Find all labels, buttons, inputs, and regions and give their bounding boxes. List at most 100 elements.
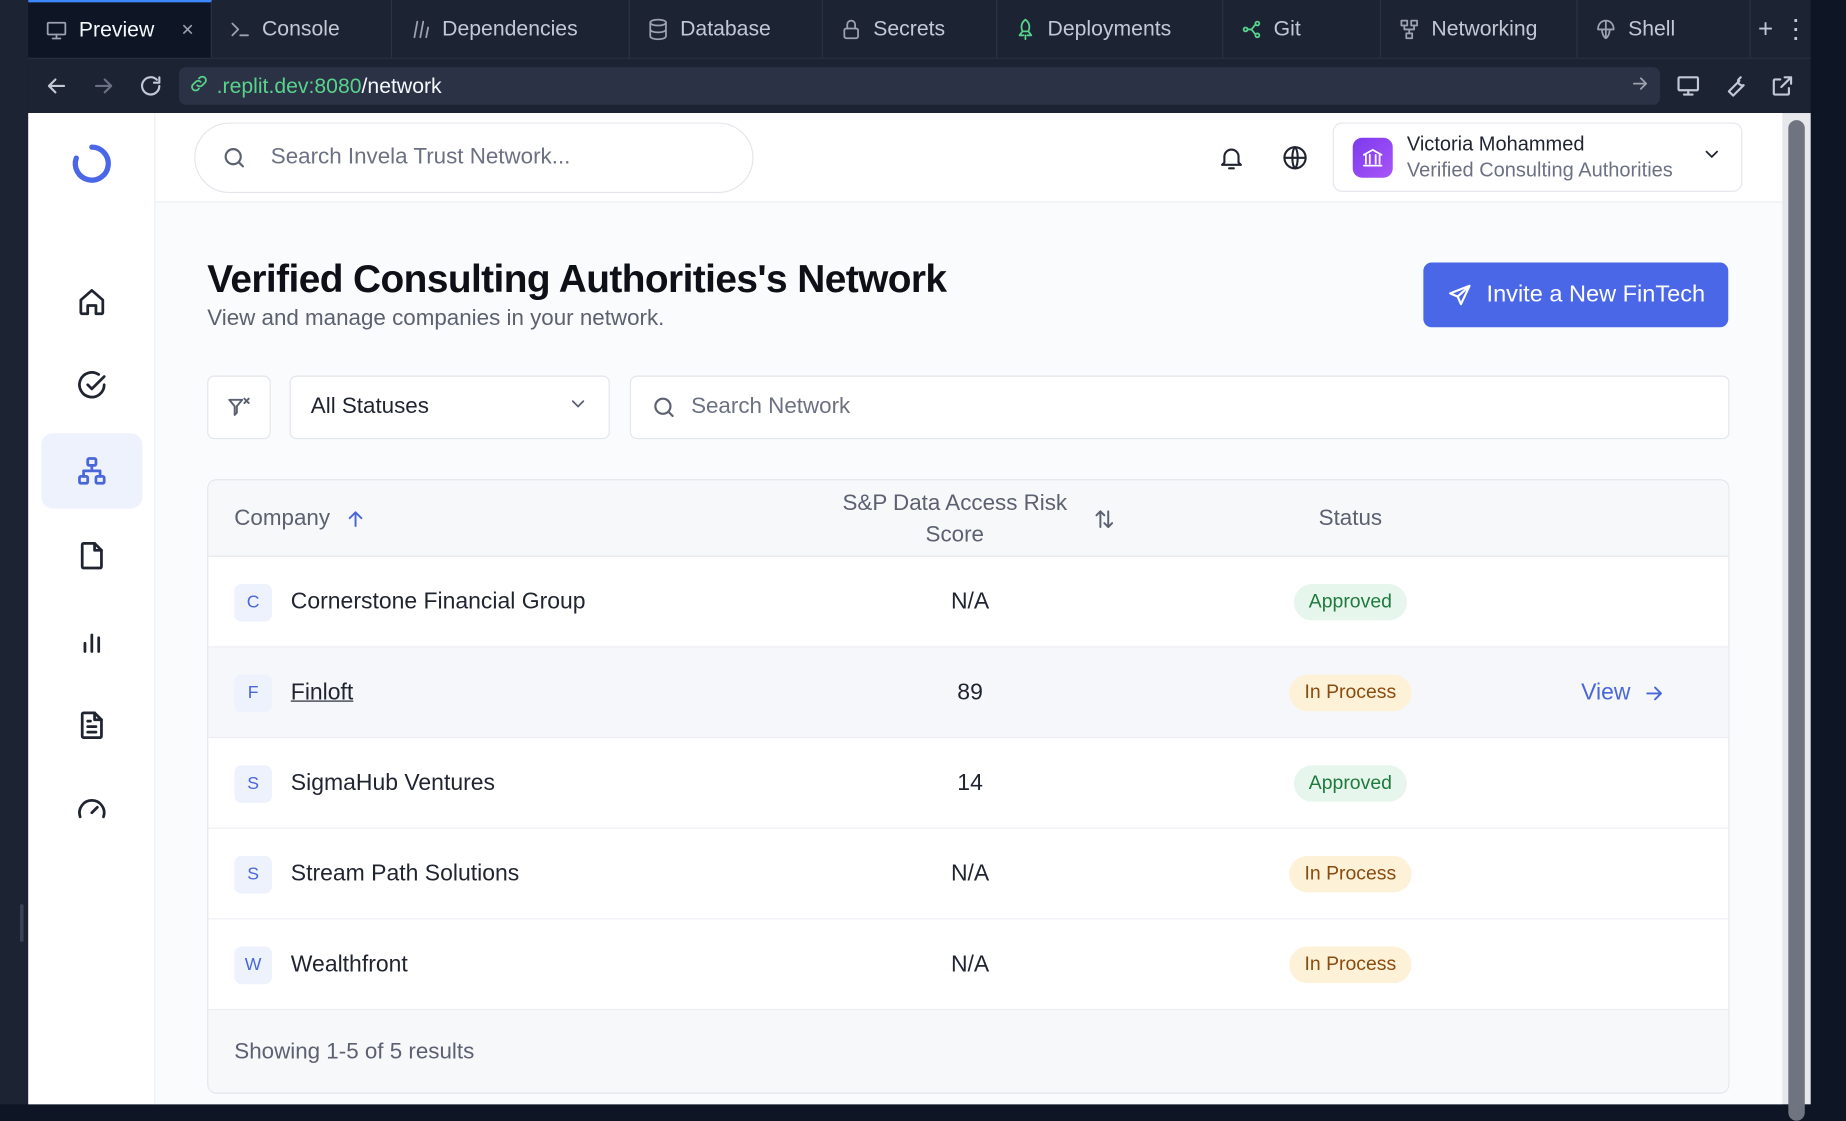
tab-label: Networking — [1431, 16, 1538, 41]
forward-button[interactable] — [85, 67, 123, 105]
open-new-tab-button[interactable] — [1764, 67, 1802, 105]
close-icon[interactable]: × — [181, 18, 193, 43]
database-icon — [649, 18, 667, 40]
tab-preview[interactable]: Preview × — [28, 0, 212, 58]
more-menu-button[interactable]: ⋮ — [1781, 0, 1811, 58]
company-initial: W — [234, 945, 272, 984]
resize-grip[interactable] — [20, 904, 24, 942]
url-host: .replit.dev:8080 — [216, 73, 362, 98]
sidebar-item-risk[interactable] — [41, 772, 142, 847]
url-field[interactable]: .replit.dev:8080/network — [178, 67, 1660, 105]
monitor-icon — [1677, 76, 1700, 96]
table-row[interactable]: S SigmaHub Ventures 14 Approved — [208, 738, 1729, 829]
tab-shell[interactable]: Shell — [1577, 0, 1751, 58]
tab-git[interactable]: Git — [1223, 0, 1381, 58]
sidebar-item-documents[interactable] — [41, 518, 142, 593]
table-row[interactable]: F Finloft 89 In Process View — [208, 647, 1729, 739]
company-initial: S — [234, 855, 272, 893]
go-arrow-icon[interactable] — [1629, 72, 1650, 99]
notifications-button[interactable] — [1213, 139, 1251, 177]
check-circle-icon — [78, 371, 106, 399]
sidebar-item-insights[interactable] — [41, 603, 142, 678]
network-icon — [78, 457, 106, 485]
status-filter-select[interactable]: All Statuses — [289, 375, 610, 440]
status-badge: In Process — [1289, 946, 1412, 984]
tab-label: Git — [1273, 16, 1301, 41]
column-status-label: Status — [1318, 505, 1383, 531]
tab-label: Console — [262, 16, 340, 41]
sidebar-item-tasks[interactable] — [41, 348, 142, 423]
search-icon — [654, 397, 674, 418]
arrow-right-icon — [94, 78, 113, 94]
top-bar: Search Invela Trust Network... Victoria … — [155, 113, 1783, 203]
gauge-icon — [78, 799, 106, 819]
devtools-button[interactable] — [1717, 67, 1755, 105]
chevron-down-icon — [1701, 144, 1722, 171]
column-status: Status — [1233, 480, 1468, 557]
invite-fintech-button[interactable]: Invite a New FinTech — [1423, 262, 1729, 328]
company-name[interactable]: Stream Path Solutions — [291, 861, 519, 888]
devices-button[interactable] — [1669, 67, 1707, 105]
git-icon — [1242, 20, 1260, 38]
globe-icon — [1283, 146, 1307, 170]
org-avatar — [1352, 137, 1393, 178]
ide-right-gutter — [1810, 0, 1846, 1105]
column-risk-score[interactable]: S&P Data Access Risk Score — [797, 480, 1150, 557]
global-search-input[interactable]: Search Invela Trust Network... — [194, 122, 754, 194]
column-company[interactable]: Company — [234, 480, 367, 557]
view-company-link[interactable]: View — [1581, 648, 1666, 739]
tab-deployments[interactable]: Deployments — [997, 0, 1224, 58]
risk-score: 89 — [957, 679, 983, 706]
company-name[interactable]: Finloft — [291, 679, 354, 706]
page-scrollbar[interactable] — [1782, 113, 1811, 1121]
search-icon — [224, 148, 244, 168]
reload-icon — [141, 76, 161, 96]
company-initial: C — [234, 583, 272, 622]
status-badge: In Process — [1289, 674, 1412, 712]
sidebar — [28, 113, 156, 1105]
sidebar-item-home[interactable] — [41, 264, 142, 339]
user-org: Verified Consulting Authorities — [1406, 158, 1673, 181]
table-row[interactable]: S Stream Path Solutions N/A In Process — [208, 828, 1729, 920]
user-menu[interactable]: Victoria Mohammed Verified Consulting Au… — [1332, 122, 1743, 192]
tab-label: Preview — [78, 17, 155, 42]
arrow-left-icon — [47, 78, 66, 94]
reload-button[interactable] — [132, 67, 170, 105]
tab-label: Deployments — [1047, 16, 1172, 41]
file-icon — [80, 541, 103, 570]
tab-label: Database — [680, 16, 771, 41]
filter-x-icon — [228, 397, 250, 416]
table-row[interactable]: W Wealthfront N/A In Process — [208, 919, 1729, 1011]
clear-filters-button[interactable] — [207, 375, 271, 440]
tab-console[interactable]: Console — [211, 0, 392, 58]
sidebar-item-network[interactable] — [41, 433, 143, 509]
pagination-summary: Showing 1-5 of 5 results — [208, 1010, 1729, 1093]
tab-label: Shell — [1628, 16, 1676, 41]
tab-secrets[interactable]: Secrets — [823, 0, 997, 58]
tab-label: Secrets — [873, 16, 946, 41]
company-name[interactable]: Cornerstone Financial Group — [291, 589, 586, 616]
deployments-icon — [1018, 18, 1032, 40]
add-tab-button[interactable]: + — [1751, 0, 1781, 58]
risk-score: 14 — [957, 769, 983, 796]
back-button[interactable] — [38, 67, 76, 105]
scrollbar-thumb[interactable] — [1788, 120, 1805, 1121]
network-search-input[interactable]: Search Network — [629, 375, 1730, 440]
sort-asc-icon — [349, 510, 363, 527]
table-row[interactable]: C Cornerstone Financial Group N/A Approve… — [208, 556, 1729, 648]
company-name[interactable]: Wealthfront — [291, 951, 408, 978]
tab-networking[interactable]: Networking — [1381, 0, 1578, 58]
send-icon — [1448, 284, 1471, 305]
bar-chart-icon — [83, 633, 101, 653]
user-name: Victoria Mohammed — [1406, 132, 1585, 155]
sidebar-item-reports[interactable] — [41, 688, 142, 763]
tab-dependencies[interactable]: Dependencies — [392, 0, 630, 58]
table-header: Company S&P Data Access Risk Score Statu… — [208, 480, 1729, 557]
invite-label: Invite a New FinTech — [1486, 281, 1706, 308]
browser-url-bar: .replit.dev:8080/network — [28, 58, 1811, 114]
language-button[interactable] — [1276, 139, 1314, 177]
page-title: Verified Consulting Authorities's Networ… — [207, 256, 947, 301]
status-filter-value: All Statuses — [310, 394, 429, 420]
tab-database[interactable]: Database — [629, 0, 823, 58]
company-name[interactable]: SigmaHub Ventures — [291, 770, 495, 797]
